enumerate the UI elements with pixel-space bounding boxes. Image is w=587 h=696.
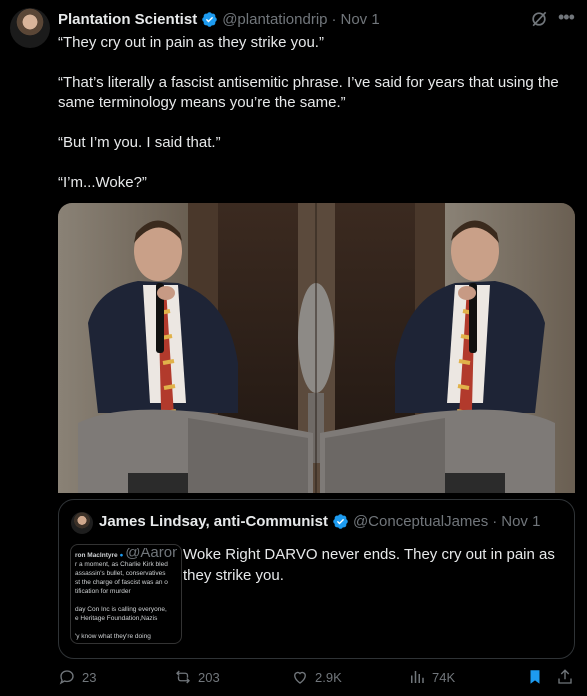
quoted-post-header: James Lindsay, anti-Communist @Conceptua… (99, 513, 540, 530)
bookmark-button[interactable] (526, 668, 544, 686)
post-image[interactable] (58, 203, 575, 493)
thumbnail-line: assassin's bullet, conservatives (75, 570, 166, 577)
author-handle[interactable]: @plantationdrip (222, 11, 327, 28)
grok-icon[interactable] (529, 9, 549, 29)
like-icon (294, 671, 306, 684)
post-text: “They cry out in pain as they strike you… (58, 33, 573, 213)
post-date[interactable]: Nov 1 (341, 11, 380, 28)
author-name[interactable]: Plantation Scientist (58, 11, 197, 28)
thumbnail-line (75, 596, 177, 605)
repost-icon (176, 670, 190, 684)
reply-icon (59, 670, 74, 685)
post-paragraph: “They cry out in pain as they strike you… (58, 34, 324, 51)
thumbnail-line: day Con Inc is calling everyone, (75, 606, 167, 613)
post-header: Plantation Scientist @plantationdrip · N… (58, 9, 380, 29)
quoted-author-name[interactable]: James Lindsay, anti-Communist (99, 513, 328, 530)
quoted-thumbnail[interactable]: ron MacIntyre ● @AaronMacl r a moment, a… (70, 544, 182, 644)
reply-button[interactable]: 23 (58, 668, 96, 686)
author-avatar[interactable] (10, 8, 50, 48)
more-icon[interactable]: ••• (558, 8, 580, 30)
verified-badge-icon (202, 11, 217, 27)
share-button[interactable] (556, 668, 574, 686)
bookmark-icon (530, 670, 540, 684)
post-paragraph: “That’s literally a fascist antisemitic … (58, 74, 559, 111)
quoted-post[interactable]: James Lindsay, anti-Communist @Conceptua… (58, 499, 575, 659)
thumbnail-line: e Heritage Foundation,Nazis (75, 615, 158, 622)
separator-dot: · (331, 10, 337, 28)
quoted-author-avatar[interactable] (71, 512, 93, 534)
action-bar: 23 203 2.9K 74K (58, 668, 586, 690)
views-count: 74K (432, 669, 456, 685)
separator-dot: · (492, 513, 498, 530)
post-paragraph: “But I’m you. I said that.” (58, 134, 221, 151)
thumbnail-line: ron MacIntyre ● @AaronMacl (75, 548, 177, 560)
quoted-post-date[interactable]: Nov 1 (501, 513, 540, 530)
views-icon (411, 671, 424, 683)
quoted-post-text: Woke Right DARVO never ends. They cry ou… (183, 546, 555, 584)
thumbnail-line: 'y know what they're doing (75, 633, 151, 640)
post-paragraph: “I’m...Woke?” (58, 174, 147, 191)
thumbnail-line: tification for murder (75, 588, 131, 595)
share-icon (558, 669, 572, 684)
repost-button[interactable]: 203 (174, 668, 220, 686)
views-button[interactable]: 74K (408, 668, 455, 686)
thumbnail-line: st the charge of fascist was an o (75, 579, 168, 586)
mirrored-speaker-photo (58, 203, 575, 493)
repost-count: 203 (198, 669, 220, 685)
like-count: 2.9K (315, 669, 342, 685)
quoted-author-handle[interactable]: @ConceptualJames (353, 513, 488, 530)
verified-badge-icon (333, 514, 348, 529)
thumbnail-line (75, 623, 177, 632)
reply-count: 23 (82, 669, 97, 685)
like-button[interactable]: 2.9K (291, 668, 342, 686)
thumbnail-line: r a moment, as Charlie Kirk bled (75, 561, 168, 568)
post[interactable]: Plantation Scientist @plantationdrip · N… (0, 0, 587, 696)
